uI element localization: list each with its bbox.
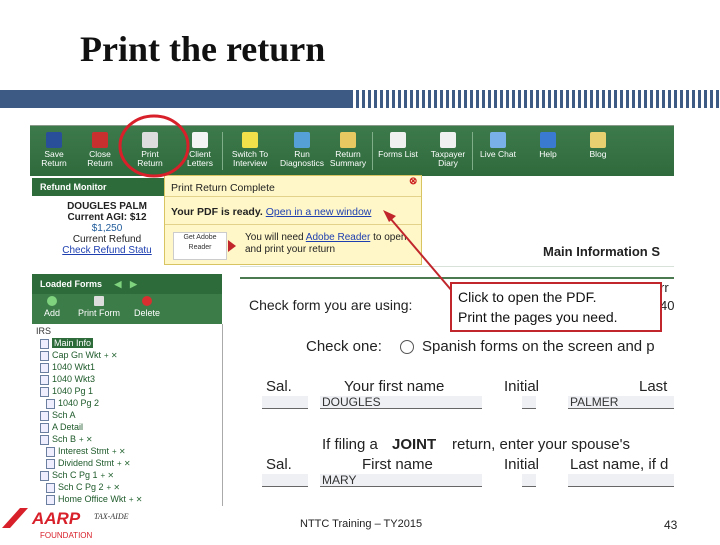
print-return-highlight-circle — [118, 114, 190, 178]
callout-box: Click to open the PDF. Print the pages y… — [450, 282, 662, 332]
page-number: 43 — [664, 518, 678, 532]
annotation-layer — [118, 114, 459, 299]
callout-arrow-head — [383, 210, 396, 222]
logo-foundation: FOUNDATION — [40, 531, 92, 540]
logo-aarp: AARP — [31, 509, 81, 528]
aarp-foundation-logo: AARP FOUNDATION — [2, 506, 93, 540]
callout-line-1: Click to open the PDF. — [458, 289, 597, 305]
callout-line-2: Print the pages you need. — [458, 309, 618, 325]
callout-arrow-line — [389, 217, 459, 299]
footer-text: NTTC Training – TY2015 — [300, 518, 423, 530]
tax-aide-label: TAX-AIDE — [94, 512, 129, 521]
